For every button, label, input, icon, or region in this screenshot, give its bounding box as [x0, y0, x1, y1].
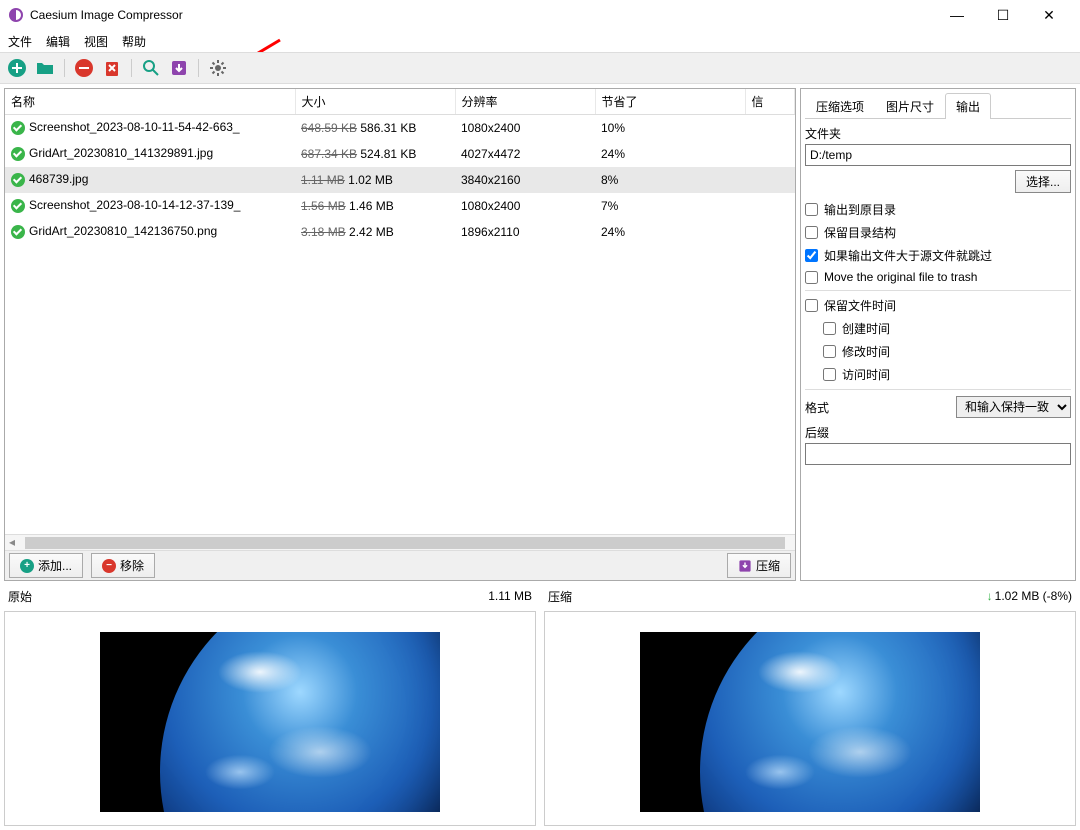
preview-compressed-image	[544, 611, 1076, 826]
folder-label: 文件夹	[805, 125, 1071, 142]
scrollbar-thumb[interactable]	[25, 537, 785, 549]
side-panel: 压缩选项 图片尺寸 输出 文件夹 选择... 输出到原目录 保留目录结构 如果输…	[800, 88, 1076, 581]
col-info[interactable]: 信	[745, 89, 795, 115]
preview-original-label: 原始	[8, 588, 32, 605]
menu-edit[interactable]: 编辑	[46, 33, 70, 50]
search-icon[interactable]	[140, 57, 162, 79]
check-icon	[11, 121, 25, 135]
preview-original-image	[4, 611, 536, 826]
table-row[interactable]: GridArt_20230810_141329891.jpg687.34 KB …	[5, 141, 795, 167]
format-select[interactable]: 和输入保持一致	[956, 396, 1071, 418]
suffix-label: 后缀	[805, 424, 1071, 441]
table-row[interactable]: Screenshot_2023-08-10-14-12-37-139_1.56 …	[5, 193, 795, 219]
settings-icon[interactable]	[207, 57, 229, 79]
checkbox-skip-larger[interactable]: 如果输出文件大于源文件就跳过	[805, 247, 1071, 264]
checkbox-move-to-trash[interactable]: Move the original file to trash	[805, 270, 1071, 284]
compress-button[interactable]: 压缩	[727, 553, 791, 578]
tab-image-size[interactable]: 图片尺寸	[875, 93, 945, 119]
checkbox-atime[interactable]: 访问时间	[823, 366, 1071, 383]
menu-file[interactable]: 文件	[8, 33, 32, 50]
check-icon	[11, 173, 25, 187]
col-saved[interactable]: 节省了	[595, 89, 745, 115]
horizontal-scrollbar[interactable]: ◂	[5, 534, 795, 550]
checkbox-output-to-orig[interactable]: 输出到原目录	[805, 201, 1071, 218]
menu-help[interactable]: 帮助	[122, 33, 146, 50]
choose-folder-button[interactable]: 选择...	[1015, 170, 1071, 193]
clear-icon[interactable]	[101, 57, 123, 79]
window-title: Caesium Image Compressor	[30, 8, 934, 22]
col-resolution[interactable]: 分辨率	[455, 89, 595, 115]
checkbox-mtime[interactable]: 修改时间	[823, 343, 1071, 360]
checkbox-ctime[interactable]: 创建时间	[823, 320, 1071, 337]
preview-area: 原始 1.11 MB 压缩 ↓ 1.02 MB (-8%)	[0, 585, 1080, 830]
window-titlebar: Caesium Image Compressor — ☐ ✕	[0, 0, 1080, 30]
app-icon	[8, 7, 24, 23]
decrease-arrow-icon: ↓	[987, 589, 993, 603]
preview-compressed-size: 1.02 MB (-8%)	[995, 589, 1072, 603]
menu-view[interactable]: 视图	[84, 33, 108, 50]
remove-button[interactable]: −移除	[91, 553, 155, 578]
toolbar-separator	[198, 59, 199, 77]
preview-compressed-label: 压缩	[548, 588, 572, 605]
remove-icon[interactable]	[73, 57, 95, 79]
close-button[interactable]: ✕	[1026, 0, 1072, 30]
toolbar-separator	[64, 59, 65, 77]
checkbox-keep-structure[interactable]: 保留目录结构	[805, 224, 1071, 241]
file-list-pane: 名称 大小 分辨率 节省了 信 Screenshot_2023-08-10-11…	[4, 88, 796, 581]
open-folder-icon[interactable]	[34, 57, 56, 79]
col-size[interactable]: 大小	[295, 89, 455, 115]
table-row[interactable]: GridArt_20230810_142136750.png3.18 MB 2.…	[5, 219, 795, 245]
toolbar-separator	[131, 59, 132, 77]
add-file-icon[interactable]	[6, 57, 28, 79]
tab-compress-options[interactable]: 压缩选项	[805, 93, 875, 119]
table-row[interactable]: Screenshot_2023-08-10-11-54-42-663_648.5…	[5, 115, 795, 141]
check-icon	[11, 147, 25, 161]
add-button[interactable]: +添加...	[9, 553, 83, 578]
minimize-button[interactable]: —	[934, 0, 980, 30]
tab-output[interactable]: 输出	[945, 93, 991, 119]
col-name[interactable]: 名称	[5, 89, 295, 115]
compress-icon[interactable]	[168, 57, 190, 79]
suffix-input[interactable]	[805, 443, 1071, 465]
list-bottom-toolbar: +添加... −移除 压缩	[5, 550, 795, 580]
maximize-button[interactable]: ☐	[980, 0, 1026, 30]
side-tabs: 压缩选项 图片尺寸 输出	[805, 93, 1071, 119]
checkbox-keep-times[interactable]: 保留文件时间	[805, 297, 1071, 314]
file-table[interactable]: 名称 大小 分辨率 节省了 信 Screenshot_2023-08-10-11…	[5, 89, 795, 245]
table-row[interactable]: 468739.jpg1.11 MB 1.02 MB3840x21608%	[5, 167, 795, 193]
check-icon	[11, 225, 25, 239]
folder-input[interactable]	[805, 144, 1071, 166]
check-icon	[11, 199, 25, 213]
preview-original-size: 1.11 MB	[488, 589, 532, 603]
toolbar	[0, 52, 1080, 84]
format-label: 格式	[805, 399, 829, 416]
menu-bar: 文件 编辑 视图 帮助	[0, 30, 1080, 52]
